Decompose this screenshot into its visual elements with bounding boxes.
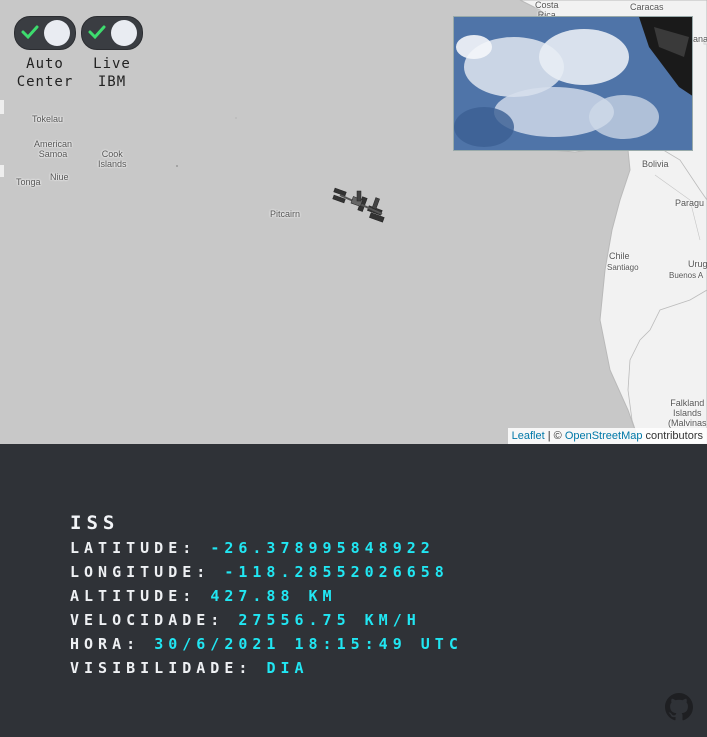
map-label-american-samoa: American Samoa — [34, 139, 73, 159]
iss-info: ISS LATITUDE: -26.378995848922 LONGITUDE… — [70, 512, 463, 680]
time-value: 30/6/2021 18:15:49 UTC — [154, 635, 463, 653]
iss-icon[interactable] — [330, 186, 392, 226]
toggle-label-auto-center: Auto Center — [16, 56, 74, 90]
latitude-value: -26.378995848922 — [210, 539, 435, 557]
map[interactable]: Costa Rica Caracas ana Tokelau American Sa… — [0, 0, 707, 444]
map-label-guyana: ana — [693, 34, 707, 44]
altitude-value: 427.88 KM — [210, 587, 337, 605]
time-label: HORA: — [70, 635, 155, 653]
map-label-falkland: Falkland Islands (Malvinas — [668, 398, 707, 428]
longitude-value: -118.28552026658 — [224, 563, 449, 581]
map-label-tonga: Tonga — [16, 177, 41, 187]
map-label-bolivia: Bolivia — [642, 159, 669, 169]
latitude-label: LATITUDE: — [70, 539, 211, 557]
live-camera-feed[interactable] — [453, 16, 693, 151]
github-icon[interactable] — [665, 693, 693, 721]
visibility-row: VISIBILIDADE: DIA — [70, 656, 463, 680]
openstreetmap-link[interactable]: OpenStreetMap — [565, 430, 643, 442]
attribution-contributors: contributors — [642, 430, 703, 442]
visibility-value: DIA — [266, 659, 309, 677]
map-label-paraguay: Paragu — [675, 198, 705, 208]
iss-info-panel: ISS LATITUDE: -26.378995848922 LONGITUDE… — [0, 444, 707, 737]
altitude-label: ALTITUDE: — [70, 587, 211, 605]
toggle-knob — [111, 20, 137, 46]
velocity-label: VELOCIDADE: — [70, 611, 239, 629]
map-attribution: Leaflet | © OpenStreetMap contributors — [507, 428, 707, 444]
map-label-tokelau: Tokelau — [32, 114, 64, 124]
map-label-cook-islands: Cook Islands — [98, 149, 127, 169]
toggle-auto-center[interactable] — [14, 16, 76, 50]
time-row: HORA: 30/6/2021 18:15:49 UTC — [70, 632, 463, 656]
toggle-label-live-ibm: Live IBM — [93, 56, 131, 90]
velocity-value: 27556.75 KM/H — [238, 611, 421, 629]
check-icon — [21, 25, 39, 40]
map-label-pitcairn: Pitcairn — [270, 209, 301, 219]
longitude-label: LONGITUDE: — [70, 563, 225, 581]
map-label-chile: Chile — [609, 251, 630, 261]
check-icon — [88, 25, 106, 40]
map-label-buenos-aires: Buenos A — [669, 271, 704, 280]
toggle-knob — [44, 20, 70, 46]
longitude-row: LONGITUDE: -118.28552026658 — [70, 560, 463, 584]
altitude-row: ALTITUDE: 427.88 KM — [70, 584, 463, 608]
leaflet-link[interactable]: Leaflet — [512, 430, 545, 442]
map-label-caracas: Caracas — [630, 2, 664, 12]
earth-view-image — [454, 17, 692, 150]
map-label-niue: Niue — [50, 172, 69, 182]
attribution-separator: | © — [544, 430, 565, 442]
map-label-santiago: Santiago — [607, 263, 639, 272]
visibility-label: VISIBILIDADE: — [70, 659, 267, 677]
toggle-live-ibm[interactable] — [81, 16, 143, 50]
map-label-uruguay: Urug — [688, 259, 707, 269]
iss-title: ISS — [70, 512, 120, 534]
latitude-row: LATITUDE: -26.378995848922 — [70, 536, 463, 560]
velocity-row: VELOCIDADE: 27556.75 KM/H — [70, 608, 463, 632]
